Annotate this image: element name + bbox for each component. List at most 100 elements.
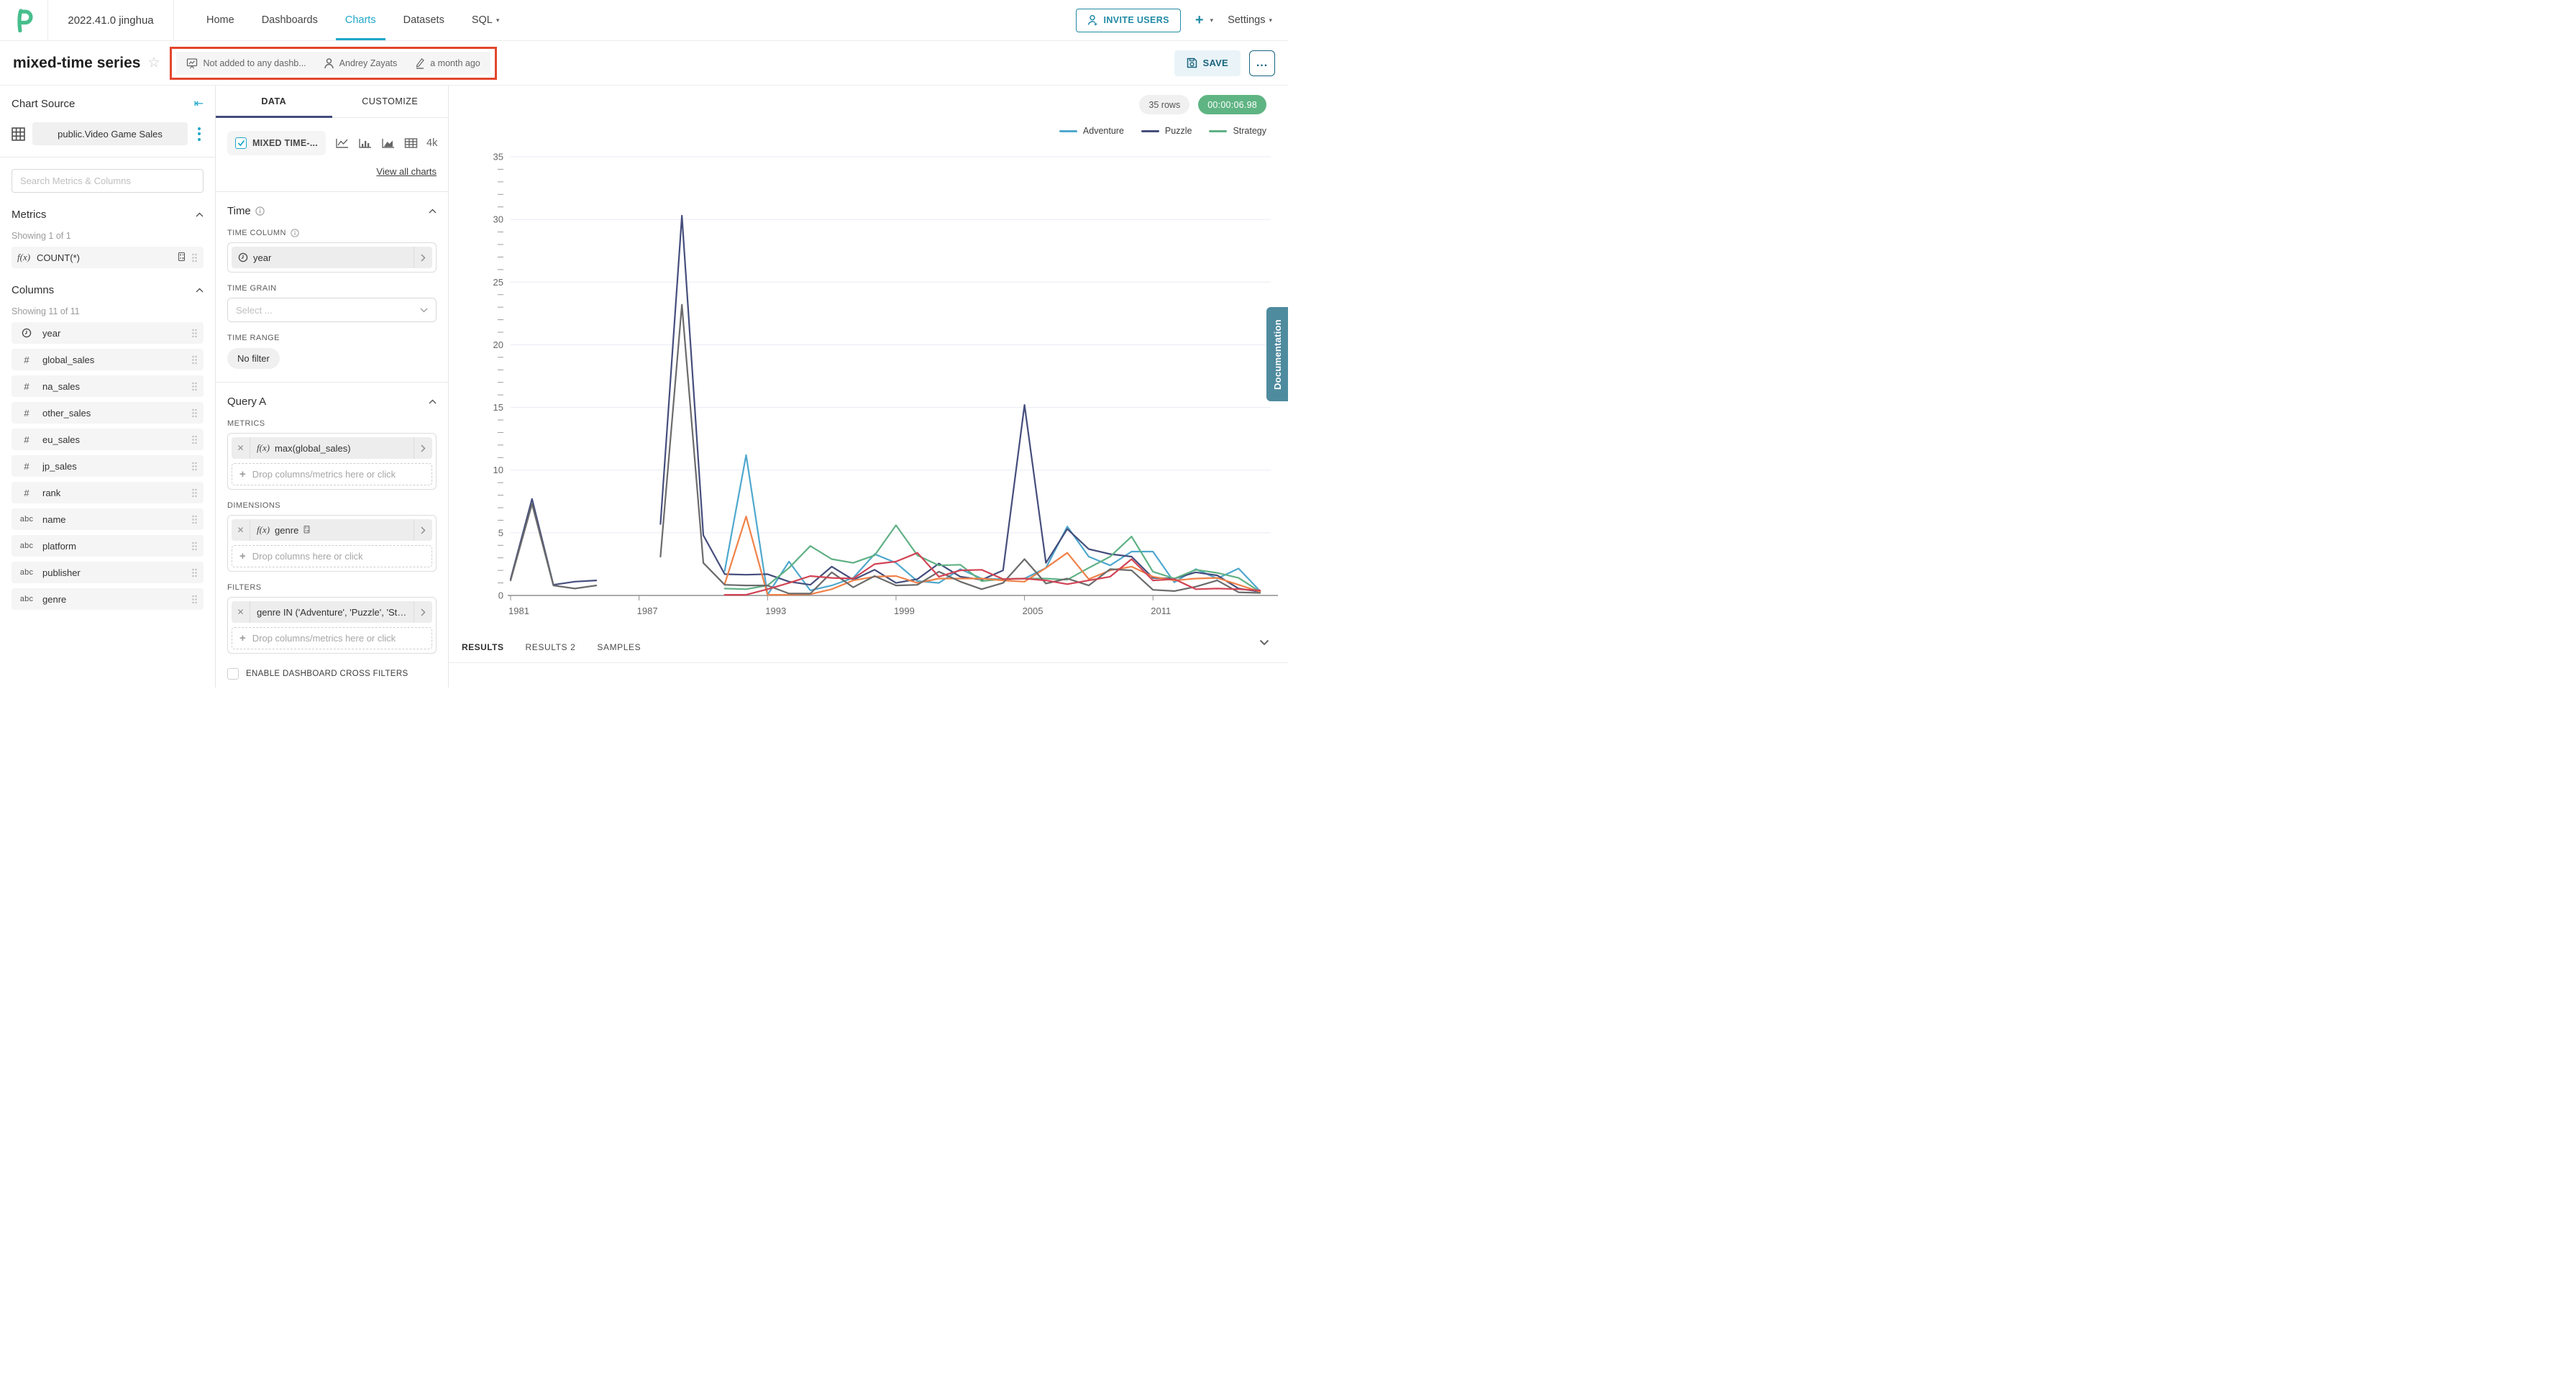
dimensions-drop-zone[interactable]: + Drop columns here or click	[232, 545, 432, 567]
metric-option[interactable]: ✕ f(x) max(global_sales)	[232, 437, 432, 459]
chevron-right-icon[interactable]	[414, 437, 432, 459]
column-item-other_sales[interactable]: #other_sales	[12, 402, 204, 424]
enable-cross-filters-row[interactable]: ENABLE DASHBOARD CROSS FILTERS	[227, 668, 437, 680]
svg-text:2005: 2005	[1023, 606, 1043, 616]
plus-icon: +	[239, 632, 246, 644]
workspace-version[interactable]: 2022.41.0 jinghua	[48, 0, 174, 40]
columns-heading: Columns	[12, 284, 54, 296]
time-column-option[interactable]: year	[232, 247, 432, 268]
column-item-jp_sales[interactable]: #jp_sales	[12, 455, 204, 477]
last-modified[interactable]: a month ago	[414, 58, 480, 69]
drag-handle-icon[interactable]	[191, 515, 198, 524]
timeseries-chart[interactable]: 05101520253035198119871993199920052011	[449, 136, 1288, 625]
drag-handle-icon[interactable]	[191, 595, 198, 604]
viz-pie-chart-icon[interactable]	[446, 137, 448, 150]
drag-handle-icon[interactable]	[191, 408, 198, 418]
documentation-tab[interactable]: Documentation	[1266, 307, 1288, 401]
preset-logo[interactable]	[0, 0, 48, 40]
pencil-icon	[414, 58, 425, 69]
dataset-options-kebab-icon[interactable]	[195, 124, 204, 144]
save-button[interactable]: SAVE	[1174, 50, 1241, 76]
chevron-right-icon[interactable]	[414, 519, 432, 541]
nav-item-datasets[interactable]: Datasets	[390, 0, 458, 40]
tab-results-2[interactable]: RESULTS 2	[525, 642, 575, 652]
drag-handle-icon[interactable]	[191, 329, 198, 338]
chart-meta-strip: Not added to any dashb... Andrey Zayats …	[176, 52, 490, 75]
tab-data[interactable]: DATA	[216, 86, 332, 117]
legend-item-puzzle[interactable]: Puzzle	[1141, 126, 1192, 136]
settings-dropdown[interactable]: Settings ▾	[1228, 14, 1272, 26]
numeric-type-icon: #	[17, 381, 36, 392]
column-item-genre[interactable]: abcgenre	[12, 588, 204, 610]
nav-item-charts[interactable]: Charts	[332, 0, 390, 40]
main-layout: Chart Source ⇤ public.Video Game Sales	[0, 86, 1288, 688]
nav-item-sql[interactable]: SQL▾	[458, 0, 513, 40]
collapse-results-chevron-down-icon[interactable]	[1259, 639, 1269, 646]
viz-big-number-icon[interactable]: 4k	[426, 137, 437, 149]
info-icon[interactable]	[291, 229, 299, 237]
drag-handle-icon[interactable]	[191, 462, 198, 471]
nav-item-home[interactable]: Home	[193, 0, 248, 40]
chart-title[interactable]: mixed-time series	[13, 55, 140, 72]
time-range-value[interactable]: No filter	[227, 348, 280, 369]
column-item-eu_sales[interactable]: #eu_sales	[12, 429, 204, 450]
tab-results[interactable]: RESULTS	[462, 642, 503, 652]
checkbox-unchecked-icon[interactable]	[227, 668, 239, 680]
dashboards-added-info[interactable]: Not added to any dashb...	[186, 58, 306, 69]
drag-handle-icon[interactable]	[191, 253, 198, 262]
drag-handle-icon[interactable]	[191, 435, 198, 444]
favorite-star-icon[interactable]: ☆	[147, 55, 160, 71]
viz-area-chart-icon[interactable]	[381, 137, 396, 149]
dataset-selector[interactable]: public.Video Game Sales	[32, 122, 188, 145]
column-item-global_sales[interactable]: #global_sales	[12, 349, 204, 370]
collapse-sidebar-icon[interactable]: ⇤	[194, 96, 204, 111]
chevron-right-icon[interactable]	[414, 247, 432, 268]
column-item-platform[interactable]: abcplatform	[12, 535, 204, 557]
search-metrics-columns-input[interactable]	[12, 169, 204, 193]
drag-handle-icon[interactable]	[191, 488, 198, 498]
metric-item-count[interactable]: f(x) COUNT(*)	[12, 247, 204, 268]
remove-icon[interactable]: ✕	[232, 437, 250, 459]
time-grain-select[interactable]: Select ...	[227, 298, 437, 322]
dimension-option[interactable]: ✕ f(x) genre	[232, 519, 432, 541]
chevron-up-icon[interactable]	[429, 209, 437, 214]
more-options-button[interactable]: ...	[1249, 50, 1275, 76]
column-item-rank[interactable]: #rank	[12, 482, 204, 503]
column-item-year[interactable]: year	[12, 322, 204, 344]
drag-handle-icon[interactable]	[191, 382, 198, 391]
legend-item-strategy[interactable]: Strategy	[1209, 126, 1266, 136]
nav-item-dashboards[interactable]: Dashboards	[248, 0, 332, 40]
view-all-charts-link[interactable]: View all charts	[376, 166, 437, 177]
viz-line-chart-icon[interactable]	[335, 137, 350, 149]
chevron-right-icon[interactable]	[414, 601, 432, 623]
column-item-na_sales[interactable]: #na_sales	[12, 375, 204, 397]
tab-customize[interactable]: CUSTOMIZE	[332, 86, 449, 117]
chevron-up-icon[interactable]	[196, 212, 204, 217]
viz-type-selected[interactable]: MIXED TIME-...	[227, 131, 326, 155]
info-icon[interactable]	[255, 206, 265, 216]
string-type-icon: abc	[17, 595, 36, 603]
new-item-dropdown[interactable]: + ▾	[1195, 13, 1213, 27]
invite-users-button[interactable]: INVITE USERS	[1076, 9, 1181, 32]
chart-owner[interactable]: Andrey Zayats	[324, 58, 398, 69]
string-type-icon: abc	[17, 568, 36, 577]
legend-item-adventure[interactable]: Adventure	[1059, 126, 1124, 136]
drag-handle-icon[interactable]	[191, 355, 198, 365]
tab-samples[interactable]: SAMPLES	[597, 642, 641, 652]
viz-bar-chart-icon[interactable]	[358, 137, 373, 149]
chevron-up-icon[interactable]	[196, 288, 204, 293]
filters-drop-zone[interactable]: + Drop columns/metrics here or click	[232, 627, 432, 649]
chevron-up-icon[interactable]	[429, 399, 437, 404]
viz-table-icon[interactable]	[404, 137, 418, 149]
column-item-name[interactable]: abcname	[12, 508, 204, 530]
drag-handle-icon[interactable]	[191, 542, 198, 551]
column-item-publisher[interactable]: abcpublisher	[12, 562, 204, 583]
filter-option[interactable]: ✕ genre IN ('Adventure', 'Puzzle', 'Stra…	[232, 601, 432, 623]
metrics-drop-zone[interactable]: + Drop columns/metrics here or click	[232, 463, 432, 485]
drag-handle-icon[interactable]	[191, 568, 198, 577]
chevron-down-icon: ▾	[496, 17, 500, 24]
metrics-control: ✕ f(x) max(global_sales) + Drop columns/…	[227, 433, 437, 490]
remove-icon[interactable]: ✕	[232, 601, 250, 623]
metrics-showing-count: Showing 1 of 1	[12, 231, 204, 241]
remove-icon[interactable]: ✕	[232, 519, 250, 541]
